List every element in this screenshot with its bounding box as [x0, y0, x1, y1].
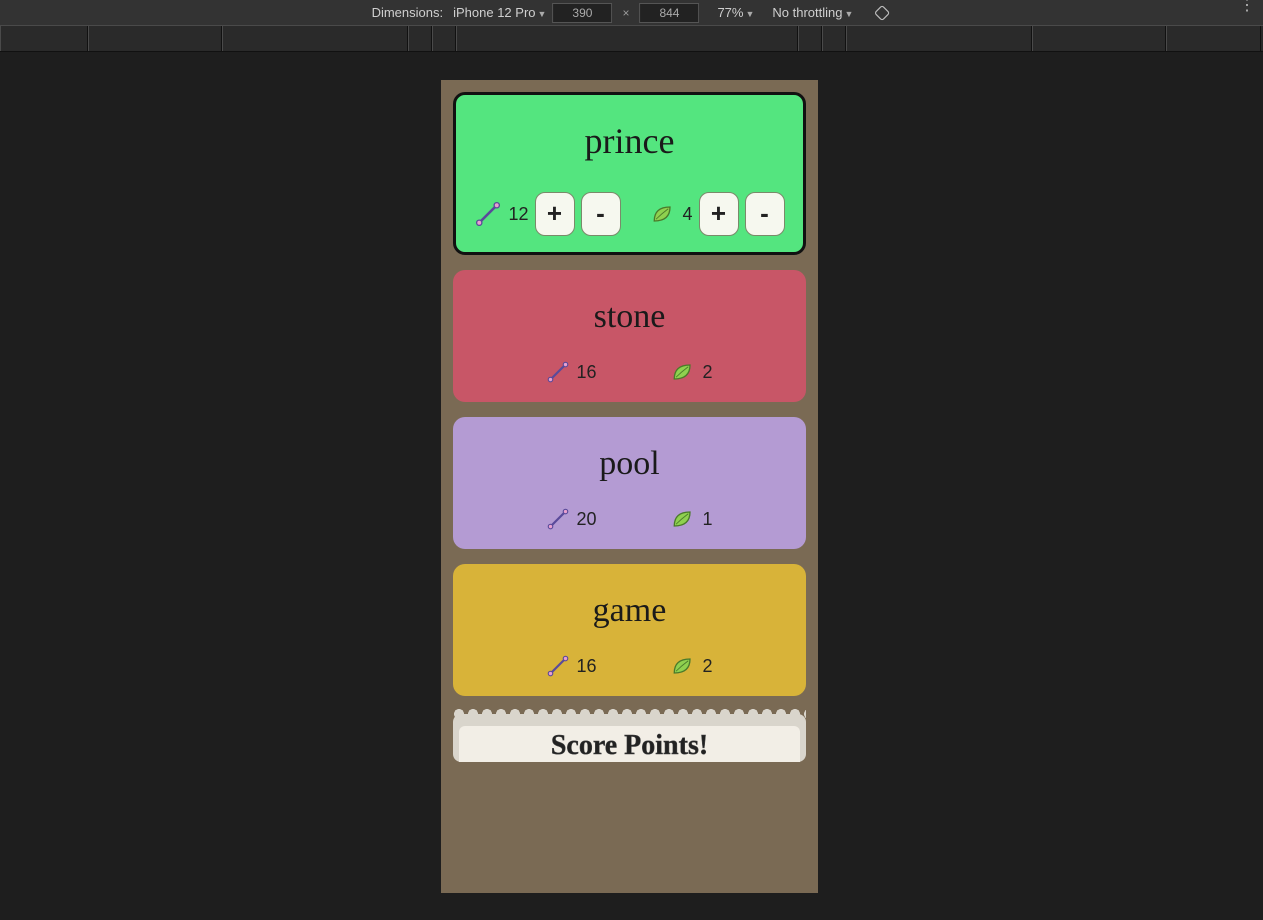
leaf-count: 2 — [703, 362, 713, 383]
more-options-icon[interactable]: ⋮ — [1239, 2, 1255, 10]
stick-count: 16 — [576, 656, 596, 677]
stick-count: 20 — [576, 509, 596, 530]
device-selector[interactable]: iPhone 12 Pro▼ — [453, 5, 546, 20]
leaf-icon — [669, 358, 697, 386]
leaf-minus-button[interactable]: - — [745, 192, 785, 236]
devtools-device-bar: Dimensions: iPhone 12 Pro▼ × 77%▼ No thr… — [0, 0, 1263, 26]
player-card-game[interactable]: game 16 2 — [453, 564, 806, 696]
device-viewport: prince 12 + - 4 — [441, 80, 818, 893]
stick-icon — [474, 200, 502, 228]
stick-count: 12 — [508, 204, 528, 225]
chevron-down-icon: ▼ — [845, 9, 854, 19]
player-name: pool — [453, 445, 806, 483]
player-name: prince — [456, 120, 803, 162]
player-card-prince[interactable]: prince 12 + - 4 — [453, 92, 806, 255]
dimension-separator: × — [622, 6, 629, 20]
stick-plus-button[interactable]: + — [535, 192, 575, 236]
score-panel-title: Score Points! — [459, 730, 800, 762]
player-card-stone[interactable]: stone 16 2 — [453, 270, 806, 402]
canvas-area: prince 12 + - 4 — [0, 52, 1263, 920]
height-input[interactable] — [639, 3, 699, 23]
chevron-down-icon: ▼ — [538, 9, 547, 19]
ruler-bar — [0, 26, 1263, 52]
score-panel: Score Points! — [453, 714, 806, 762]
stick-minus-button[interactable]: - — [581, 192, 621, 236]
stick-icon — [546, 654, 570, 678]
chevron-down-icon: ▼ — [745, 9, 754, 19]
leaf-count: 1 — [703, 509, 713, 530]
throttling-selector[interactable]: No throttling▼ — [772, 5, 853, 20]
leaf-icon — [669, 652, 697, 680]
zoom-selector[interactable]: 77%▼ — [717, 5, 754, 20]
rotate-icon[interactable] — [873, 4, 891, 22]
leaf-count: 2 — [703, 656, 713, 677]
stick-count: 16 — [576, 362, 596, 383]
leaf-count: 4 — [683, 204, 693, 225]
stick-icon — [546, 507, 570, 531]
player-name: game — [453, 592, 806, 630]
width-input[interactable] — [552, 3, 612, 23]
leaf-icon — [649, 200, 677, 228]
dimensions-label: Dimensions: — [372, 5, 444, 20]
player-name: stone — [453, 298, 806, 336]
leaf-icon — [669, 505, 697, 533]
stick-icon — [546, 360, 570, 384]
leaf-plus-button[interactable]: + — [699, 192, 739, 236]
player-card-pool[interactable]: pool 20 1 — [453, 417, 806, 549]
